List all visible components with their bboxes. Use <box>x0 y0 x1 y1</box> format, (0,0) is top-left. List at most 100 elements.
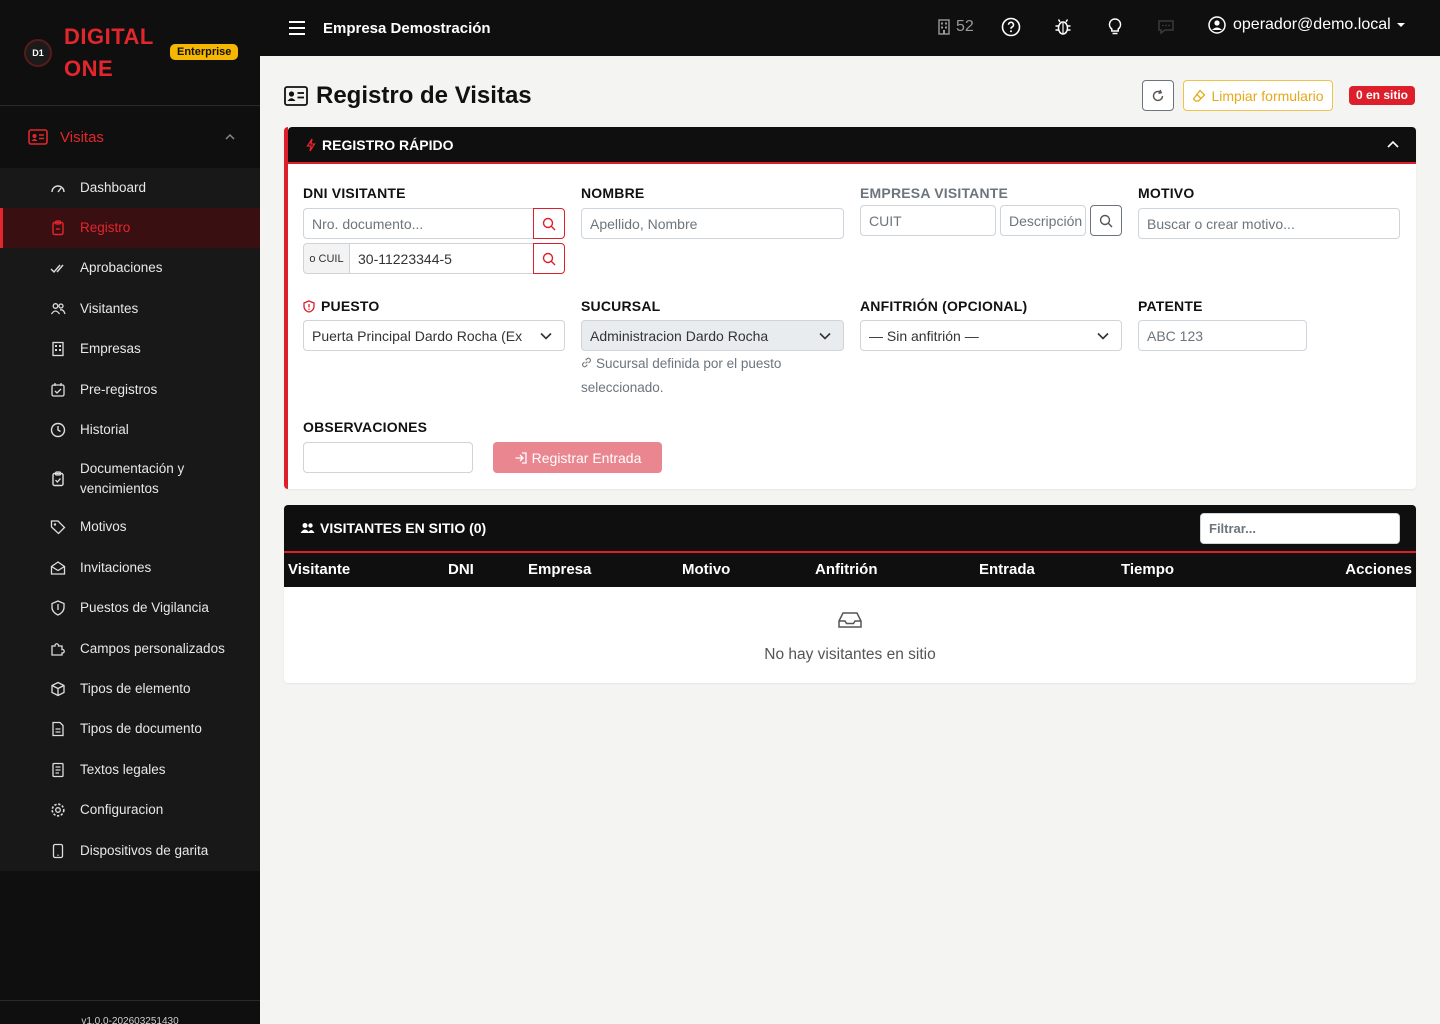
onsite-visitors-card: VISITANTES EN SITIO (0) Filtrar... Visit… <box>284 505 1416 683</box>
chevron-down-icon <box>540 332 552 340</box>
sidebar-item-puestos-de-vigilancia[interactable]: Puestos de Vigilancia <box>0 588 260 628</box>
col-motivo[interactable]: Motivo <box>682 561 730 578</box>
empresa-description-input[interactable]: Descripción <box>1000 205 1086 236</box>
puesto-select[interactable]: Puerta Principal Dardo Rocha (Exterior) <box>303 320 565 351</box>
col-empresa[interactable]: Empresa <box>528 561 591 578</box>
col-entrada[interactable]: Entrada <box>979 561 1035 578</box>
col-visitante[interactable]: Visitante <box>288 561 350 578</box>
page-title: Registro de Visitas <box>284 82 532 110</box>
patente-input[interactable]: ABC 123 <box>1138 320 1307 351</box>
col-anfitrion[interactable]: Anfitrión <box>815 561 877 578</box>
sidebar-item-label: Tipos de documento <box>80 721 202 736</box>
col-tiempo[interactable]: Tiempo <box>1121 561 1174 578</box>
observaciones-label: OBSERVACIONES <box>303 419 428 435</box>
nombre-input[interactable]: Apellido, Nombre <box>581 208 844 239</box>
edition-badge: Enterprise <box>170 44 239 60</box>
version-label: v1.0.0-202603251430 <box>0 1000 260 1024</box>
sidebar-item-tipos-de-elemento[interactable]: Tipos de elemento <box>0 669 260 709</box>
sidebar-item-label: Historial <box>80 422 129 437</box>
cuil-input[interactable]: 30-11223344-5 <box>349 243 534 274</box>
cuil-search-button[interactable] <box>533 243 565 274</box>
file-icon <box>50 721 66 737</box>
nombre-label: NOMBRE <box>581 185 645 201</box>
clear-form-button[interactable]: Limpiar formulario <box>1183 80 1333 111</box>
sidebar-item-tipos-de-documento[interactable]: Tipos de documento <box>0 709 260 749</box>
sidebar-item-label: Empresas <box>80 341 141 356</box>
sidebar-item-documentación-y-vencimientos[interactable]: Documentación y vencimientos <box>0 450 260 507</box>
sidebar-item-label: Aprobaciones <box>80 260 163 275</box>
sidebar-item-motivos[interactable]: Motivos <box>0 507 260 547</box>
dni-input[interactable]: Nro. documento... <box>303 208 534 239</box>
motivo-input[interactable]: Buscar o crear motivo... <box>1138 208 1400 239</box>
id-card-icon <box>28 129 48 145</box>
lightbulb-icon[interactable] <box>1105 17 1125 37</box>
dni-search-button[interactable] <box>533 208 565 239</box>
cuit-input[interactable]: CUIT <box>860 205 996 236</box>
sidebar-item-pre-registros[interactable]: Pre-registros <box>0 369 260 410</box>
nav-group-label: Visitas <box>60 128 104 146</box>
sidebar-item-label: Campos personalizados <box>80 640 225 656</box>
bug-icon[interactable] <box>1053 17 1073 37</box>
sidebar-item-empresas[interactable]: Empresas <box>0 329 260 369</box>
sidebar-item-label: Registro <box>80 220 131 235</box>
sidebar-item-label: Puestos de Vigilancia <box>80 600 209 615</box>
refresh-icon <box>1152 89 1164 101</box>
envelope-open-icon <box>50 560 66 576</box>
inbox-icon <box>838 612 862 628</box>
sidebar-item-aprobaciones[interactable]: Aprobaciones <box>0 248 260 288</box>
sidebar-nav: Dashboard Registro Aprobaciones Visitantes E… <box>0 168 260 871</box>
menu-toggle-icon[interactable] <box>288 20 306 36</box>
sidebar-item-campos-personalizados[interactable]: Campos personalizados <box>0 628 260 669</box>
col-acciones[interactable]: Acciones <box>1345 561 1412 578</box>
sidebar-item-label: Invitaciones <box>80 559 152 575</box>
quick-register-header[interactable]: REGISTRO RÁPIDO <box>288 127 1416 164</box>
onsite-count-badge: 0 en sitio <box>1349 86 1416 105</box>
sidebar-item-historial[interactable]: Historial <box>0 410 260 450</box>
empty-text: No hay visitantes en sitio <box>764 646 936 663</box>
filter-input[interactable]: Filtrar... <box>1200 513 1400 544</box>
building-icon <box>50 341 66 357</box>
onsite-visitors-header: VISITANTES EN SITIO (0) Filtrar... <box>284 505 1416 553</box>
sidebar-item-dashboard[interactable]: Dashboard <box>0 168 260 208</box>
sidebar-item-textos-legales[interactable]: Textos legales <box>0 749 260 790</box>
building-count[interactable]: 52 <box>937 18 974 36</box>
motivo-label: MOTIVO <box>1138 185 1195 201</box>
company-name[interactable]: Empresa Demostración <box>323 20 491 37</box>
chat-icon[interactable] <box>1156 17 1176 37</box>
box-icon <box>50 681 66 697</box>
nav-group-visitas[interactable]: Visitas <box>0 106 260 168</box>
sucursal-label: SUCURSAL <box>581 298 661 314</box>
page-title-text: Registro de Visitas <box>316 82 532 109</box>
sidebar-item-label: Documentación y vencimientos <box>80 460 185 496</box>
user-menu[interactable]: operador@demo.local <box>1208 16 1406 34</box>
sidebar-item-label: Dashboard <box>80 180 147 195</box>
refresh-button[interactable] <box>1142 80 1174 111</box>
anfitrion-select[interactable]: — Sin anfitrión — <box>860 320 1122 351</box>
building-count-value: 52 <box>956 18 974 35</box>
help-icon[interactable] <box>1001 17 1021 37</box>
calendar-check-icon <box>50 382 66 398</box>
clipboard-icon <box>50 220 66 236</box>
id-card-icon <box>284 86 308 106</box>
sidebar-item-invitaciones[interactable]: Invitaciones <box>0 547 260 588</box>
sidebar-item-registro[interactable]: Registro <box>0 208 260 248</box>
caret-down-icon <box>1396 23 1405 27</box>
empresa-search-button[interactable] <box>1090 205 1122 236</box>
sidebar-item-dispositivos-de-garita[interactable]: Dispositivos de garita <box>0 830 260 871</box>
observaciones-input[interactable] <box>303 442 473 473</box>
sidebar-item-configuracion[interactable]: Configuracion <box>0 790 260 830</box>
register-entry-button[interactable]: Registrar Entrada <box>493 442 662 473</box>
dni-label: DNI VISITANTE <box>303 185 406 201</box>
eraser-icon <box>1193 89 1206 102</box>
brand[interactable]: D1 DIGITAL ONE Enterprise <box>0 0 260 106</box>
file-text-icon <box>50 762 66 778</box>
sucursal-help: Sucursal definida por el puesto seleccio… <box>581 356 782 395</box>
sidebar-item-label: Visitantes <box>80 300 139 316</box>
sidebar-item-label: Dispositivos de garita <box>80 842 209 858</box>
sidebar-item-visitantes[interactable]: Visitantes <box>0 288 260 329</box>
chevron-down-icon <box>819 332 831 340</box>
search-icon <box>542 252 556 265</box>
puesto-label: PUESTO <box>303 298 380 314</box>
col-dni[interactable]: DNI <box>448 561 474 578</box>
empresa-label: EMPRESA VISITANTE <box>860 185 1009 201</box>
